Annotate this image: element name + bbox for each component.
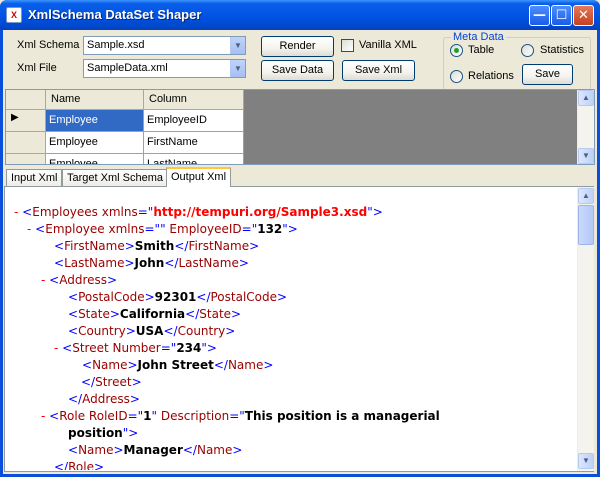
grid-cell[interactable]: LastName bbox=[144, 154, 244, 164]
xml-line: - <Address> bbox=[41, 273, 118, 287]
grid-scrollbar[interactable]: ▲ ▼ bbox=[577, 90, 594, 164]
client-area: Xml Schema Sample.xsd ▼ Xml File SampleD… bbox=[3, 30, 597, 474]
grid-corner-header[interactable] bbox=[6, 90, 46, 110]
xml-line: </Address> bbox=[68, 392, 140, 406]
scroll-down-icon[interactable]: ▼ bbox=[578, 148, 594, 164]
schema-label: Xml Schema bbox=[17, 39, 80, 51]
minimize-icon: — bbox=[533, 8, 546, 23]
scroll-up-icon[interactable]: ▲ bbox=[578, 188, 594, 204]
xml-scrollbar[interactable]: ▲ ▼ bbox=[577, 187, 594, 471]
app-icon: X bbox=[6, 7, 22, 23]
file-combo[interactable]: SampleData.xml ▼ bbox=[83, 59, 246, 78]
grid-cell[interactable]: EmployeeID bbox=[144, 110, 244, 132]
tab-output-xml[interactable]: Output Xml bbox=[166, 167, 232, 187]
maximize-icon: ☐ bbox=[555, 8, 568, 23]
xml-line: <Name>Manager</Name> bbox=[68, 443, 243, 457]
tab-target-xml-schema[interactable]: Target Xml Schema bbox=[62, 169, 168, 187]
file-combo-value: SampleData.xml bbox=[87, 62, 168, 74]
xml-line: position"> bbox=[68, 426, 139, 440]
grid-column-header-column[interactable]: Column bbox=[144, 90, 244, 110]
xml-line: <State>California</State> bbox=[68, 307, 242, 321]
save-xml-button[interactable]: Save Xml bbox=[342, 60, 415, 81]
meta-data-title: Meta Data bbox=[451, 31, 506, 43]
collapse-toggle[interactable]: - bbox=[14, 205, 18, 219]
grid-row-header[interactable] bbox=[6, 154, 46, 164]
relations-radio-label: Relations bbox=[468, 70, 514, 82]
collapse-toggle[interactable]: - bbox=[41, 273, 45, 287]
data-grid[interactable]: Name Column ▶ Employee EmployeeID Employ… bbox=[5, 89, 595, 165]
xml-line: - <Street Number="234"> bbox=[54, 341, 217, 355]
xml-line: <PostalCode>92301</PostalCode> bbox=[68, 290, 288, 304]
grid-cell[interactable]: Employee bbox=[46, 154, 144, 164]
close-icon: ✕ bbox=[578, 8, 589, 23]
render-button[interactable]: Render bbox=[261, 36, 334, 57]
xml-view[interactable]: - <Employees xmlns="http://tempuri.org/S… bbox=[6, 188, 576, 470]
grid-cell[interactable]: Employee bbox=[46, 110, 144, 132]
xml-line: <LastName>John</LastName> bbox=[54, 256, 249, 270]
scroll-thumb[interactable] bbox=[578, 205, 594, 245]
chevron-down-icon[interactable]: ▼ bbox=[230, 60, 245, 77]
statistics-radio-label: Statistics bbox=[540, 44, 585, 56]
tab-input-xml[interactable]: Input Xml bbox=[6, 169, 63, 187]
relations-radio[interactable] bbox=[450, 70, 463, 83]
xml-line: - <Employee xmlns="" EmployeeID="132"> bbox=[27, 222, 298, 236]
output-xml-pane: - <Employees xmlns="http://tempuri.org/S… bbox=[4, 186, 594, 472]
grid-column-header-name[interactable]: Name bbox=[46, 90, 144, 110]
meta-save-button[interactable]: Save bbox=[522, 64, 573, 85]
statistics-radio[interactable] bbox=[521, 44, 534, 57]
xml-line: <Country>USA</Country> bbox=[68, 324, 236, 338]
radio-selected-dot bbox=[454, 48, 459, 53]
grid-cell[interactable]: Employee bbox=[46, 132, 144, 154]
window-title: XmlSchema DataSet Shaper bbox=[28, 7, 202, 22]
maximize-button[interactable]: ☐ bbox=[551, 5, 572, 26]
xml-line: </Street> bbox=[81, 375, 142, 389]
minimize-button[interactable]: — bbox=[529, 5, 550, 26]
schema-combo-value: Sample.xsd bbox=[87, 39, 145, 51]
table-radio-label: Table bbox=[468, 44, 495, 56]
app-window: X XmlSchema DataSet Shaper — ☐ ✕ Xml Sch… bbox=[0, 0, 600, 477]
file-label: Xml File bbox=[17, 62, 57, 74]
vanilla-xml-label: Vanilla XML bbox=[359, 39, 417, 51]
grid-row-header[interactable] bbox=[6, 132, 46, 154]
table-radio[interactable] bbox=[450, 44, 463, 57]
collapse-toggle[interactable]: - bbox=[54, 341, 58, 355]
xml-line: - <Employees xmlns="http://tempuri.org/S… bbox=[14, 205, 383, 219]
xml-line: - <Role RoleID="1" Description="This pos… bbox=[41, 409, 440, 423]
close-button[interactable]: ✕ bbox=[573, 5, 594, 26]
collapse-toggle[interactable]: - bbox=[27, 222, 31, 236]
xml-line: <FirstName>Smith</FirstName> bbox=[54, 239, 260, 253]
scroll-down-icon[interactable]: ▼ bbox=[578, 453, 594, 469]
current-row-arrow-icon: ▶ bbox=[11, 112, 19, 123]
scroll-up-icon[interactable]: ▲ bbox=[578, 90, 594, 106]
chevron-down-icon[interactable]: ▼ bbox=[230, 37, 245, 54]
grid-cell[interactable]: FirstName bbox=[144, 132, 244, 154]
save-data-button[interactable]: Save Data bbox=[261, 60, 334, 81]
vanilla-xml-checkbox[interactable] bbox=[341, 39, 354, 52]
collapse-toggle[interactable]: - bbox=[41, 409, 45, 423]
schema-combo[interactable]: Sample.xsd ▼ bbox=[83, 36, 246, 55]
grid-row-header[interactable]: ▶ bbox=[6, 110, 46, 132]
xml-line: <Name>John Street</Name> bbox=[82, 358, 274, 372]
xml-line: </Role> bbox=[54, 460, 105, 470]
title-bar[interactable]: X XmlSchema DataSet Shaper — ☐ ✕ bbox=[0, 0, 600, 30]
